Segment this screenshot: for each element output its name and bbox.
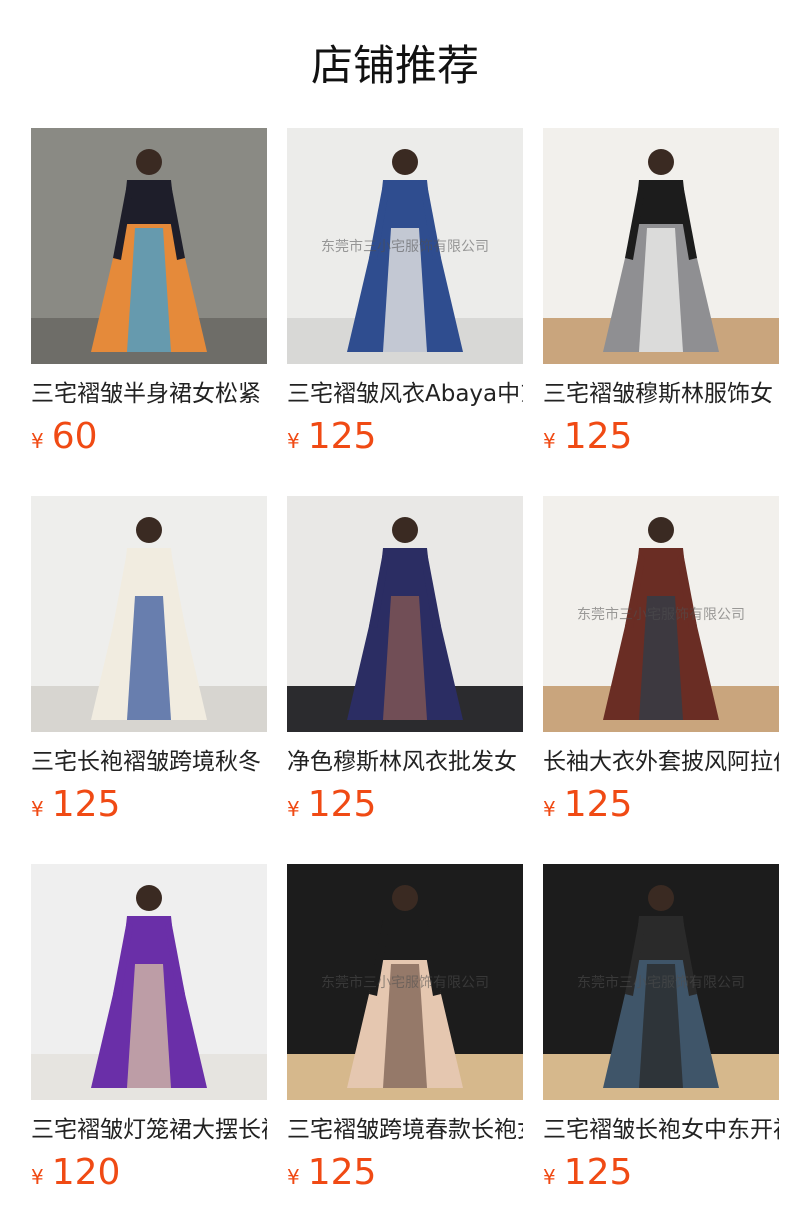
currency-symbol: ¥ bbox=[31, 797, 44, 821]
price-amount: 125 bbox=[563, 1152, 633, 1193]
price-amount: 125 bbox=[51, 784, 121, 825]
product-image[interactable]: 东莞市三小宅服饰有限公司 bbox=[287, 128, 523, 364]
product-name[interactable]: 三宅褶皱半身裙女松紧 bbox=[31, 377, 267, 411]
page-title: 店铺推荐 bbox=[310, 41, 479, 90]
product-card[interactable]: 净色穆斯林风衣批发女 ¥ 125 bbox=[287, 496, 523, 848]
product-grid: 三宅褶皱半身裙女松紧 ¥ 60 东莞市三小宅服饰有限公司 三宅褶皱风衣Abaya… bbox=[31, 128, 790, 1216]
product-image[interactable] bbox=[287, 496, 523, 732]
product-image[interactable] bbox=[31, 864, 267, 1100]
product-name[interactable]: 三宅褶皱灯笼裙大摆长裙 bbox=[31, 1113, 267, 1147]
product-card[interactable]: 东莞市三小宅服饰有限公司 长袖大衣外套披风阿拉伯 ¥ 125 bbox=[543, 496, 779, 848]
product-price: ¥ 60 bbox=[31, 415, 267, 459]
product-price: ¥ 125 bbox=[287, 783, 523, 827]
watermark: 东莞市三小宅服饰有限公司 bbox=[321, 239, 489, 255]
product-name[interactable]: 三宅褶皱穆斯林服饰女 bbox=[543, 377, 779, 411]
product-price: ¥ 125 bbox=[287, 1151, 523, 1195]
currency-symbol: ¥ bbox=[287, 1165, 300, 1189]
product-name[interactable]: 三宅长袍褶皱跨境秋冬 bbox=[31, 745, 267, 779]
product-name[interactable]: 三宅褶皱跨境春款长袍女 bbox=[287, 1113, 523, 1147]
product-card[interactable]: 东莞市三小宅服饰有限公司 三宅褶皱跨境春款长袍女 ¥ 125 bbox=[287, 864, 523, 1216]
product-price: ¥ 125 bbox=[31, 783, 267, 827]
product-card[interactable]: 东莞市三小宅服饰有限公司 三宅褶皱长袍女中东开衫 ¥ 125 bbox=[543, 864, 779, 1216]
price-amount: 125 bbox=[307, 1152, 377, 1193]
currency-symbol: ¥ bbox=[31, 1165, 44, 1189]
product-card[interactable]: 三宅褶皱半身裙女松紧 ¥ 60 bbox=[31, 128, 267, 480]
product-name[interactable]: 净色穆斯林风衣批发女 bbox=[287, 745, 523, 779]
watermark: 东莞市三小宅服饰有限公司 bbox=[577, 975, 745, 991]
currency-symbol: ¥ bbox=[31, 429, 44, 453]
product-card[interactable]: 三宅褶皱穆斯林服饰女 ¥ 125 bbox=[543, 128, 779, 480]
product-image[interactable] bbox=[31, 496, 267, 732]
product-card[interactable]: 三宅褶皱灯笼裙大摆长裙 ¥ 120 bbox=[31, 864, 267, 1216]
currency-symbol: ¥ bbox=[543, 1165, 556, 1189]
product-image[interactable]: 东莞市三小宅服饰有限公司 bbox=[543, 496, 779, 732]
product-name[interactable]: 三宅褶皱风衣Abaya中东 bbox=[287, 377, 523, 411]
product-card[interactable]: 三宅长袍褶皱跨境秋冬 ¥ 125 bbox=[31, 496, 267, 848]
product-image[interactable] bbox=[31, 128, 267, 364]
currency-symbol: ¥ bbox=[287, 797, 300, 821]
price-amount: 125 bbox=[307, 416, 377, 457]
price-amount: 125 bbox=[563, 416, 633, 457]
watermark: 东莞市三小宅服饰有限公司 bbox=[577, 607, 745, 623]
price-amount: 60 bbox=[51, 416, 98, 457]
product-price: ¥ 125 bbox=[543, 1151, 779, 1195]
price-amount: 125 bbox=[563, 784, 633, 825]
product-card[interactable]: 东莞市三小宅服饰有限公司 三宅褶皱风衣Abaya中东 ¥ 125 bbox=[287, 128, 523, 480]
product-image[interactable]: 东莞市三小宅服饰有限公司 bbox=[287, 864, 523, 1100]
watermark: 东莞市三小宅服饰有限公司 bbox=[321, 975, 489, 991]
product-image[interactable] bbox=[543, 128, 779, 364]
product-price: ¥ 125 bbox=[543, 783, 779, 827]
product-price: ¥ 125 bbox=[287, 415, 523, 459]
product-name[interactable]: 长袖大衣外套披风阿拉伯 bbox=[543, 745, 779, 779]
product-price: ¥ 120 bbox=[31, 1151, 267, 1195]
currency-symbol: ¥ bbox=[287, 429, 300, 453]
price-amount: 125 bbox=[307, 784, 377, 825]
product-image[interactable]: 东莞市三小宅服饰有限公司 bbox=[543, 864, 779, 1100]
product-price: ¥ 125 bbox=[543, 415, 779, 459]
currency-symbol: ¥ bbox=[543, 797, 556, 821]
product-name[interactable]: 三宅褶皱长袍女中东开衫 bbox=[543, 1113, 779, 1147]
price-amount: 120 bbox=[51, 1152, 121, 1193]
currency-symbol: ¥ bbox=[543, 429, 556, 453]
